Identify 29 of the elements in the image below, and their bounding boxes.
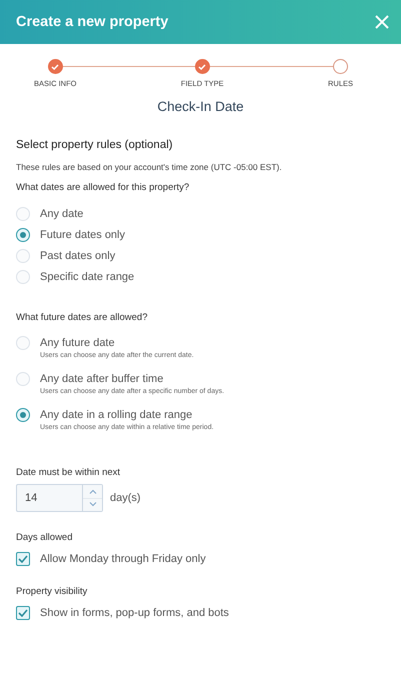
option-label: Specific date range: [40, 270, 134, 284]
option-label: Any date in a rolling date range: [40, 408, 194, 422]
decrement-button[interactable]: [83, 498, 102, 511]
section-heading: Select property rules (optional): [16, 139, 174, 151]
dialog-title: Create a new property: [16, 14, 168, 30]
option-label: Any future date: [40, 336, 116, 350]
option-label: Future dates only: [40, 228, 125, 242]
question-label: What future dates are allowed?: [16, 312, 148, 323]
section-label: Property visibility: [16, 586, 88, 597]
question-label: What dates are allowed for this property?: [16, 182, 190, 193]
close-button[interactable]: [373, 13, 391, 31]
checkbox-label: Allow Monday through Friday only: [40, 552, 206, 566]
checkbox[interactable]: [16, 552, 30, 566]
checkbox-label: Show in forms, pop-up forms, and bots: [40, 606, 229, 620]
unit-label: day(s): [110, 492, 141, 504]
radio-button[interactable]: [16, 228, 30, 242]
option-label: Any date after buffer time: [40, 372, 164, 386]
checkbox[interactable]: [16, 606, 30, 620]
step-title: Check-In Date: [156, 99, 245, 114]
number-field[interactable]: 14: [16, 484, 103, 512]
close-icon: [375, 15, 389, 29]
section-label: Days allowed: [16, 532, 74, 543]
info-text: These rules are based on your account's time zone (UTC -05:00 EST).: [16, 162, 283, 172]
option-label: Any date: [40, 207, 84, 221]
chevron-up-icon: [88, 488, 96, 494]
field-label: Date must be within next: [16, 467, 122, 478]
chevron-down-icon: [88, 502, 96, 508]
option-label: Past dates only: [40, 249, 116, 263]
radio-button[interactable]: [16, 408, 30, 422]
